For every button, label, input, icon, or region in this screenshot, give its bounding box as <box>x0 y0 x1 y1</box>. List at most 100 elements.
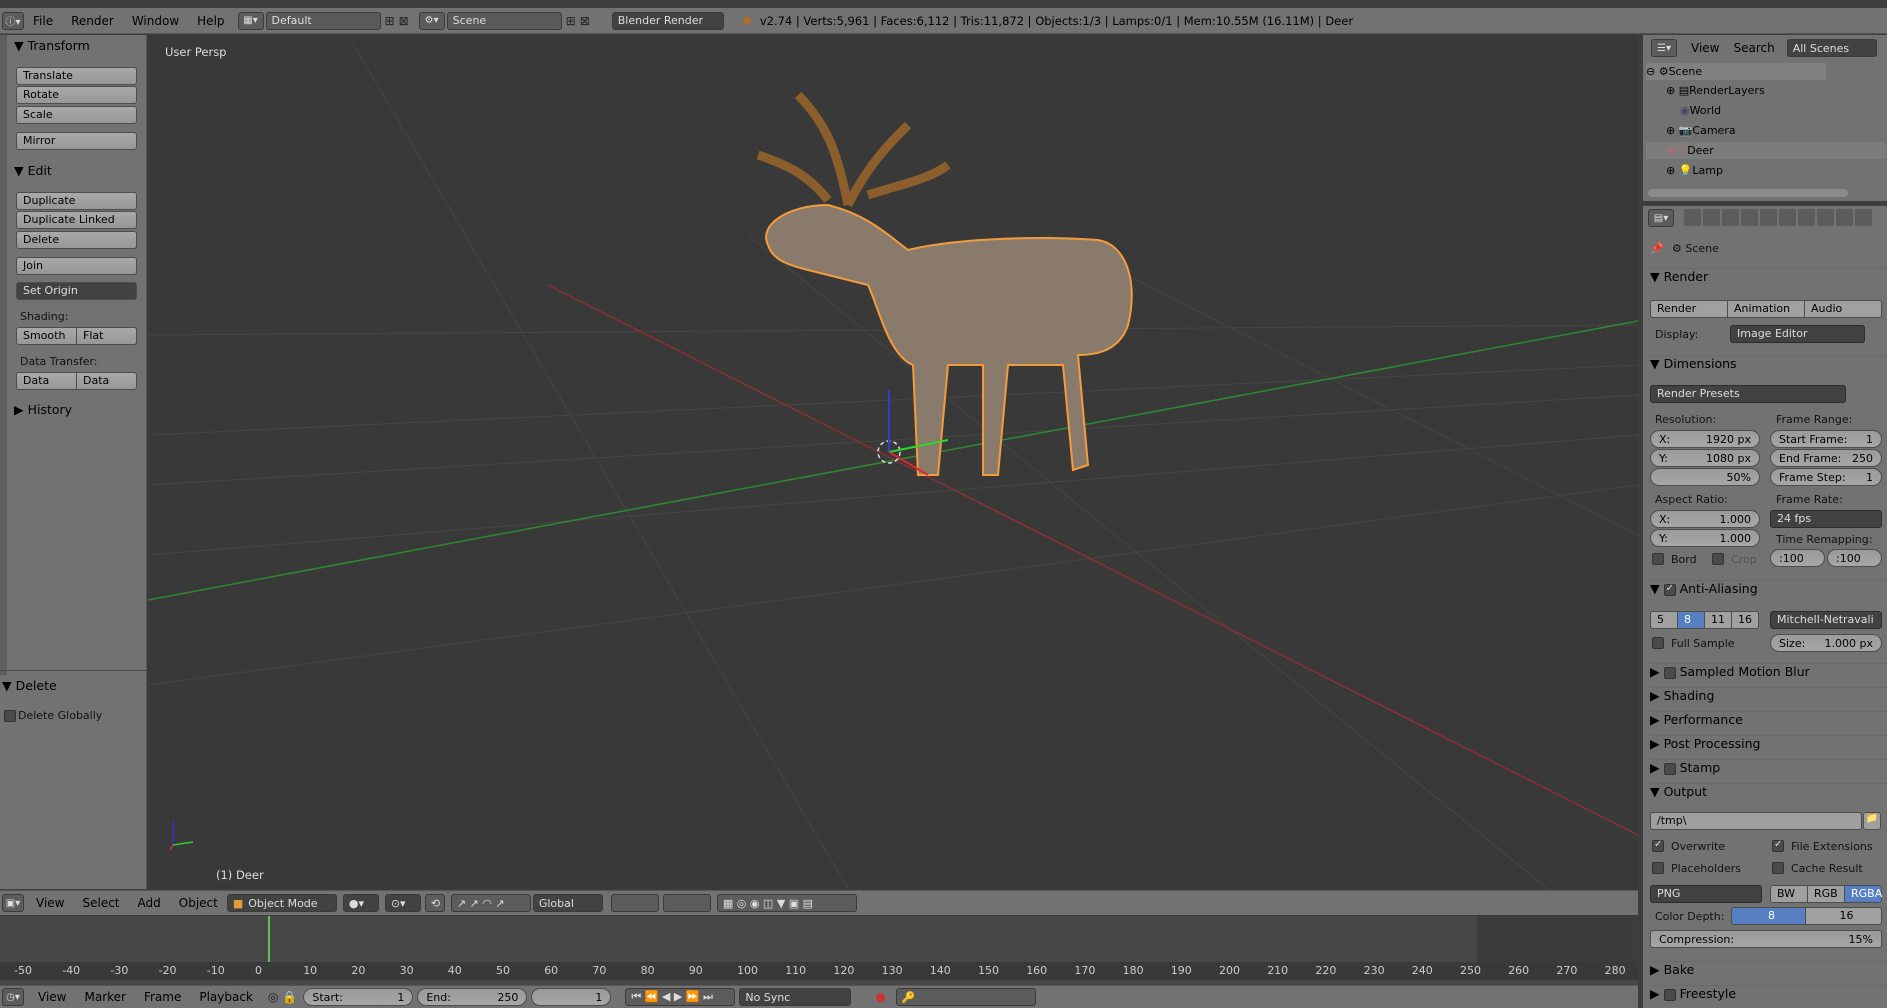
layer-buttons-1[interactable] <box>610 894 659 912</box>
scene-tab-icon[interactable] <box>1722 209 1739 226</box>
aspect-x-field[interactable]: X: 1.000 <box>1650 510 1760 528</box>
sync-select[interactable]: No Sync <box>739 988 852 1006</box>
duplicate-button[interactable]: Duplicate <box>16 192 137 210</box>
join-button[interactable]: Join <box>16 257 137 275</box>
scene-icon[interactable]: ⚙▾ <box>418 11 445 30</box>
render-button[interactable]: Render <box>1650 300 1728 318</box>
rgba-button[interactable]: RGBA <box>1844 885 1882 903</box>
rotate-button[interactable]: Rotate <box>16 86 137 104</box>
manipulator-toggle-icon[interactable]: ⟲ <box>424 894 445 912</box>
menu-file[interactable]: File <box>24 14 62 28</box>
properties-context-tabs[interactable] <box>1684 209 1874 227</box>
texture-tab-icon[interactable] <box>1855 209 1872 226</box>
data-button[interactable]: Data <box>16 372 77 390</box>
section-shading[interactable]: ▶ Shading <box>1650 687 1887 707</box>
start-frame-prop-field[interactable]: Start Frame: 1 <box>1770 430 1882 448</box>
aa-8-button[interactable]: 8 <box>1677 611 1705 629</box>
section-performance[interactable]: ▶ Performance <box>1650 711 1887 731</box>
constraints-tab-icon[interactable] <box>1779 209 1796 226</box>
aa-16-button[interactable]: 16 <box>1731 611 1759 629</box>
section-stamp[interactable]: ▶ Stamp <box>1650 759 1887 779</box>
compression-slider[interactable]: Compression: 15% <box>1650 930 1882 948</box>
delete-button[interactable]: Delete <box>16 231 137 249</box>
layer-buttons-2[interactable] <box>662 894 711 912</box>
section-output[interactable]: ▼ Output <box>1650 783 1887 803</box>
flat-button[interactable]: Flat <box>76 327 137 345</box>
panel-history-header[interactable]: ▶ History <box>14 402 72 417</box>
outliner-row-renderlayers[interactable]: ⊕ ▤ RenderLayers <box>1646 82 1765 99</box>
snap-tools[interactable]: ▦ ◎ ◉ ◫ ▼ ▣ ▤ <box>716 894 857 912</box>
menu-render[interactable]: Render <box>62 14 123 28</box>
scene-add-icon[interactable]: ⊞ <box>566 14 576 28</box>
delete-globally-checkbox[interactable] <box>4 710 16 722</box>
motion-blur-checkbox[interactable] <box>1663 666 1676 679</box>
orientation-select[interactable]: Global <box>532 894 603 912</box>
panel-edit-header[interactable]: ▼ Edit <box>14 163 52 178</box>
aa-5-button[interactable]: 5 <box>1650 611 1678 629</box>
placeholders-checkbox[interactable] <box>1652 862 1664 874</box>
fps-select[interactable]: 24 fps <box>1770 510 1882 528</box>
aa-filter-select[interactable]: Mitchell-Netravali <box>1770 611 1882 629</box>
outliner-row-deer[interactable]: ⊕ ▽ Deer <box>1646 142 1886 159</box>
render-engine-select[interactable]: Blender Render <box>611 11 724 30</box>
outliner-menu-view[interactable]: View <box>1691 41 1719 55</box>
panel-transform-header[interactable]: ▼ Transform <box>14 38 90 53</box>
menu-view[interactable]: View <box>24 896 73 910</box>
start-frame-field[interactable]: Start: 1 <box>303 988 414 1006</box>
timeline-menu-view[interactable]: View <box>24 990 75 1004</box>
current-frame-field[interactable]: 1 <box>531 988 612 1006</box>
display-select[interactable]: Image Editor <box>1730 325 1865 343</box>
current-frame-marker[interactable] <box>268 916 270 964</box>
section-motion-blur[interactable]: ▶ Sampled Motion Blur <box>1650 663 1887 683</box>
timeline-menu-frame[interactable]: Frame <box>135 990 190 1004</box>
menu-add[interactable]: Add <box>129 896 170 910</box>
scene-remove-icon[interactable]: ⊠ <box>580 14 590 28</box>
operator-panel-header[interactable]: ▼ Delete <box>2 678 57 693</box>
pivot-select[interactable]: ⊙▾ <box>384 894 421 912</box>
modifiers-tab-icon[interactable] <box>1798 209 1815 226</box>
resolution-x-field[interactable]: X: 1920 px <box>1650 430 1760 448</box>
deer-object[interactable] <box>756 91 1133 476</box>
keying-set-select[interactable]: 🔑 <box>895 988 1036 1006</box>
menu-select[interactable]: Select <box>73 896 128 910</box>
outliner-filter-select[interactable]: All Scenes <box>1786 39 1877 57</box>
section-bake[interactable]: ▶ Bake <box>1650 961 1887 981</box>
manipulator-buttons[interactable]: ↗ ↗ ◠ ↗ <box>450 894 531 912</box>
end-frame-field[interactable]: End: 250 <box>417 988 528 1006</box>
crop-checkbox[interactable] <box>1712 553 1724 565</box>
folder-icon[interactable]: 📁 <box>1863 812 1881 830</box>
scale-button[interactable]: Scale <box>16 106 137 124</box>
object-tab-icon[interactable] <box>1760 209 1777 226</box>
bw-button[interactable]: BW <box>1770 885 1808 903</box>
keying-icon[interactable]: ◎ <box>268 990 278 1004</box>
resolution-y-field[interactable]: Y: 1080 px <box>1650 449 1760 467</box>
end-frame-prop-field[interactable]: End Frame: 250 <box>1770 449 1882 467</box>
depth-16-button[interactable]: 16 <box>1805 907 1882 925</box>
outliner-row-lamp[interactable]: ⊕ 💡 Lamp <box>1646 162 1886 179</box>
overwrite-checkbox[interactable] <box>1652 839 1664 852</box>
section-post-processing[interactable]: ▶ Post Processing <box>1650 735 1887 755</box>
menu-object[interactable]: Object <box>170 896 227 910</box>
duplicate-linked-button[interactable]: Duplicate Linked <box>16 211 137 229</box>
render-presets-select[interactable]: Render Presets <box>1650 385 1846 403</box>
editor-type-icon[interactable]: ▣▾ <box>2 894 24 912</box>
depth-8-button[interactable]: 8 <box>1731 907 1806 925</box>
file-extensions-checkbox[interactable] <box>1772 839 1784 852</box>
layout-icon[interactable]: ▦▾ <box>237 11 264 30</box>
menu-help[interactable]: Help <box>188 14 233 28</box>
smooth-button[interactable]: Smooth <box>16 327 77 345</box>
3d-viewport[interactable] <box>148 35 1638 889</box>
aa-size-field[interactable]: Size: 1.000 px <box>1770 634 1882 652</box>
outliner-scrollbar[interactable] <box>1648 189 1848 197</box>
output-path-field[interactable]: /tmp\ <box>1650 812 1862 830</box>
outliner-menu-search[interactable]: Search <box>1733 41 1774 55</box>
layout-remove-icon[interactable]: ⊠ <box>399 14 409 28</box>
playback-controls[interactable]: ⏮ ⏪ ◀ ▶ ⏩ ⏭ <box>625 988 736 1006</box>
material-tab-icon[interactable] <box>1836 209 1853 226</box>
outliner-row-scene[interactable]: ⊖ ⚙ Scene <box>1646 63 1826 80</box>
data-tab-icon[interactable] <box>1817 209 1834 226</box>
pin-icon[interactable]: 📌 <box>1650 242 1664 255</box>
outliner-row-camera[interactable]: ⊕ 📷 Camera <box>1646 122 1886 139</box>
tool-tabs[interactable] <box>0 35 7 675</box>
anti-aliasing-checkbox[interactable] <box>1663 583 1676 596</box>
